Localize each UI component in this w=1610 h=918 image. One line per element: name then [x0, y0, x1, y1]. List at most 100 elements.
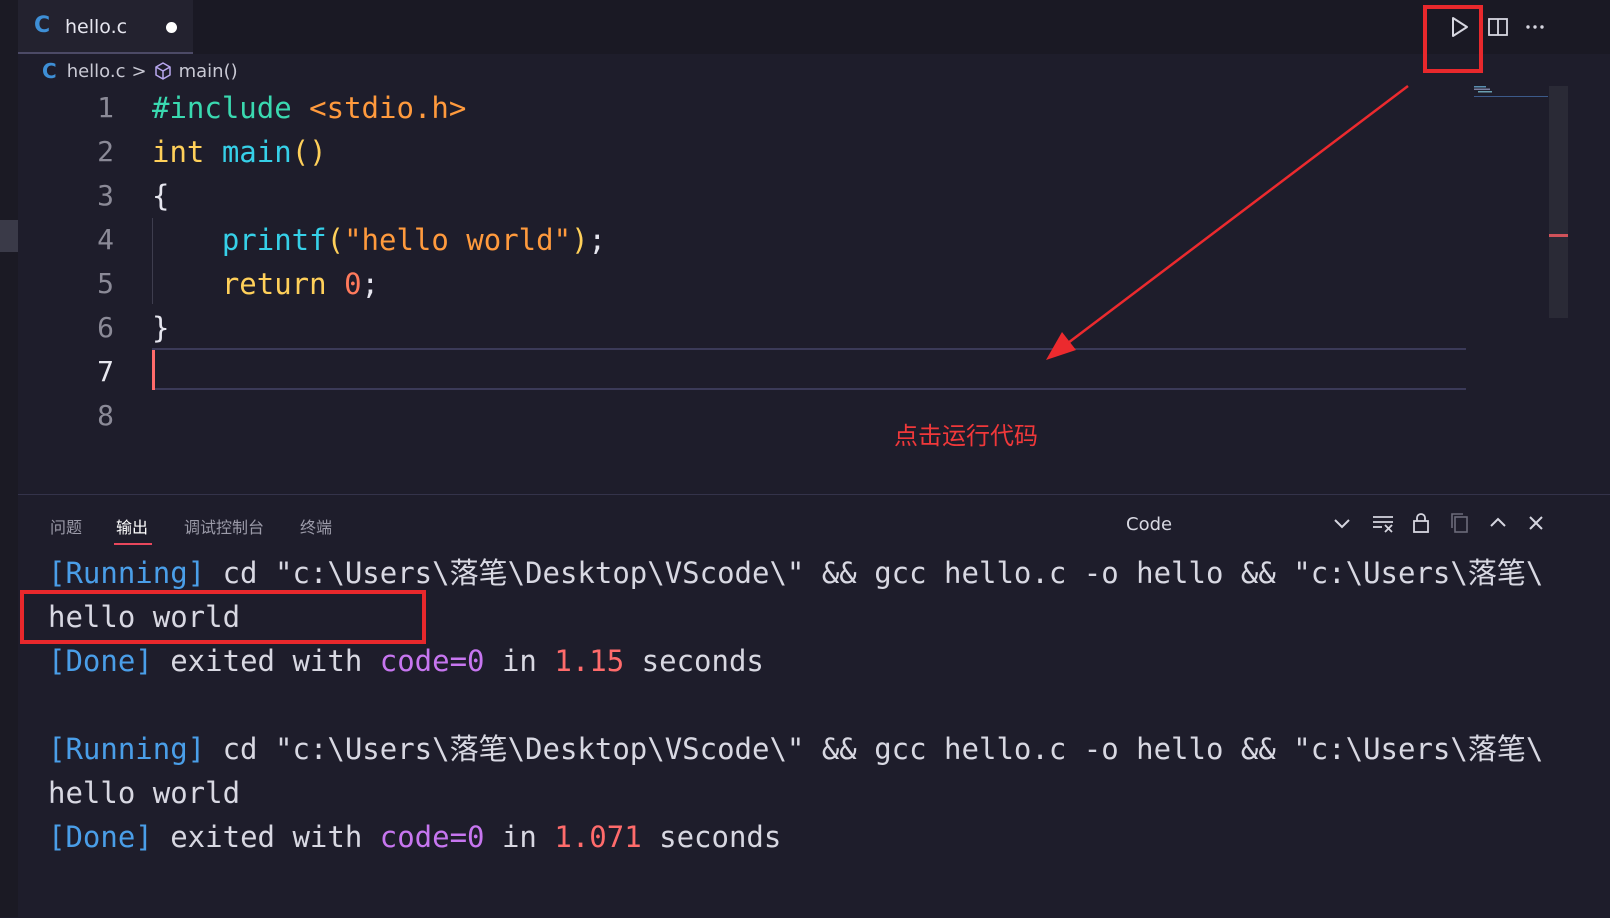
command-text: cd "c:\Users\落笔\Desktop\VScode\" && gcc …	[205, 556, 1544, 590]
output-line: [Running] cd "c:\Users\落笔\Desktop\VScode…	[48, 727, 1543, 771]
output-channel-select[interactable]: Code	[1126, 514, 1172, 535]
cube-icon	[154, 62, 171, 80]
line-number: 2	[97, 135, 114, 168]
token-paren: )	[571, 223, 589, 257]
code-line[interactable]: 5 return 0;	[0, 262, 1480, 306]
copy-icon	[1451, 513, 1468, 533]
clear-output-button[interactable]	[1369, 509, 1397, 537]
line-number: 4	[97, 223, 114, 256]
tab-hello-c[interactable]: C hello.c	[18, 0, 193, 54]
token-keyword: return	[221, 267, 327, 301]
token-brace: {	[152, 179, 170, 213]
token-paren: (	[326, 223, 345, 257]
minimap[interactable]	[1474, 86, 1548, 98]
token-function: main	[204, 135, 292, 169]
annotation-label: 点击运行代码	[894, 422, 1038, 450]
code-text: #include <stdio.h>	[152, 86, 466, 130]
code-line-active[interactable]: 7	[0, 350, 1480, 394]
running-tag: [Running]	[48, 556, 206, 590]
code-line[interactable]: 1 #include <stdio.h>	[0, 86, 1480, 130]
channel-dropdown-button[interactable]	[1328, 509, 1356, 537]
token-directive: #include	[152, 91, 292, 125]
exit-code: code=0	[379, 820, 485, 854]
token-header: <stdio.h>	[291, 91, 467, 125]
token-semicolon: ;	[361, 267, 379, 301]
tab-terminal[interactable]: 终端	[300, 514, 332, 538]
c-language-icon: C	[34, 13, 51, 38]
code-line[interactable]: 6 }	[0, 306, 1480, 350]
tab-label: hello.c	[65, 16, 128, 38]
tab-problems[interactable]: 问题	[50, 514, 82, 538]
line-number: 3	[97, 179, 114, 212]
line-number: 8	[97, 399, 114, 432]
done-tag: [Done]	[48, 820, 153, 854]
token-type: int	[152, 135, 205, 169]
token-string: "hello world"	[344, 223, 572, 257]
cursor-position-marker	[1549, 234, 1568, 237]
code-text: return 0;	[152, 262, 379, 306]
token-parens: ()	[291, 135, 327, 169]
line-number: 5	[97, 267, 114, 300]
line-number: 1	[97, 91, 114, 124]
editor-scrollbar[interactable]	[1549, 86, 1568, 318]
token-semicolon: ;	[588, 223, 606, 257]
breadcrumb-separator: >	[131, 60, 147, 82]
done-text: seconds	[624, 644, 764, 678]
exit-code: code=0	[379, 644, 485, 678]
close-panel-button[interactable]	[1522, 509, 1550, 537]
active-tab-indicator	[114, 543, 152, 545]
done-text: in	[484, 820, 555, 854]
code-text: {	[152, 174, 169, 218]
code-line[interactable]: 4 printf("hello world");	[0, 218, 1480, 262]
chevron-down-icon	[1334, 519, 1350, 529]
breadcrumb-symbol[interactable]: main()	[179, 61, 238, 82]
tab-output[interactable]: 输出	[116, 514, 148, 538]
command-text: cd "c:\Users\落笔\Desktop\VScode\" && gcc …	[205, 732, 1544, 766]
run-button-highlight-box	[1423, 5, 1483, 73]
output-line: hello world	[48, 771, 240, 815]
lock-icon	[1413, 513, 1429, 533]
output-line: [Done] exited with code=0 in 1.071 secon…	[48, 815, 781, 859]
maximize-panel-button[interactable]	[1484, 509, 1512, 537]
token-brace: }	[152, 311, 170, 345]
split-editor-button[interactable]	[1481, 10, 1515, 44]
output-highlight-box	[20, 590, 426, 644]
clear-output-icon	[1373, 516, 1393, 533]
unsaved-dot-icon[interactable]	[166, 22, 177, 33]
output-panel: 问题 输出 调试控制台 终端 Code [Running] cd "c:\Use…	[18, 494, 1610, 918]
done-text: in	[484, 644, 555, 678]
code-line[interactable]: 3 {	[0, 174, 1480, 218]
tab-debug-console[interactable]: 调试控制台	[184, 514, 264, 538]
code-text: }	[152, 306, 169, 350]
ellipsis-icon	[1526, 25, 1544, 29]
chevron-up-icon	[1490, 517, 1506, 527]
line-number: 6	[97, 311, 114, 344]
done-text: seconds	[641, 820, 782, 854]
line-number: 7	[97, 355, 114, 388]
done-tag: [Done]	[48, 644, 153, 678]
done-text: exited with	[152, 644, 380, 678]
code-line[interactable]: 2 int main()	[0, 130, 1480, 174]
done-text: exited with	[152, 820, 380, 854]
token-number: 0	[326, 267, 362, 301]
split-editor-icon	[1488, 18, 1508, 36]
breadcrumb: C hello.c > main()	[42, 58, 238, 84]
running-tag: [Running]	[48, 732, 206, 766]
tab-bar	[0, 0, 1610, 54]
token-function: printf	[221, 223, 327, 257]
text-cursor	[152, 350, 155, 390]
copy-output-button[interactable]	[1446, 509, 1474, 537]
more-actions-button[interactable]	[1518, 10, 1552, 44]
output-line: [Done] exited with code=0 in 1.15 second…	[48, 639, 764, 683]
elapsed-time: 1.15	[554, 644, 625, 678]
code-line[interactable]: 8	[0, 394, 1480, 438]
code-text: printf("hello world");	[152, 218, 606, 262]
program-output: hello world	[48, 776, 241, 810]
lock-scroll-button[interactable]	[1407, 509, 1435, 537]
close-icon	[1529, 516, 1543, 530]
elapsed-time: 1.071	[554, 820, 642, 854]
breadcrumb-file[interactable]: hello.c	[67, 61, 126, 82]
c-language-icon: C	[42, 59, 57, 83]
